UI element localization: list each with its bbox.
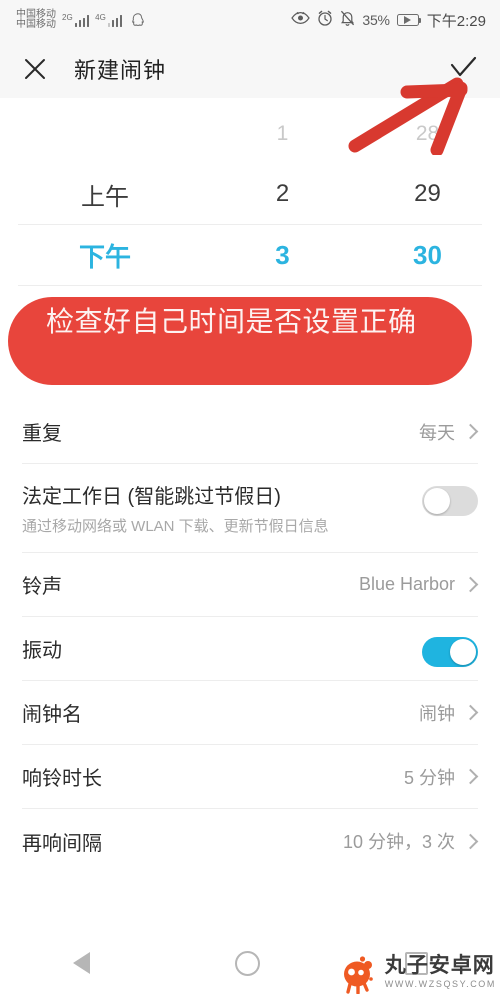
chevron-right-icon bbox=[462, 768, 479, 785]
ampm-cell-selected[interactable]: 下午 bbox=[0, 237, 210, 274]
chevron-right-icon bbox=[462, 423, 479, 440]
watermark-text: 丸子安卓网 WWW.WZSQSY.COM bbox=[385, 955, 496, 989]
close-icon[interactable] bbox=[22, 56, 48, 82]
toggle-knob bbox=[450, 638, 476, 665]
watermark-name: 丸子安卓网 bbox=[384, 954, 495, 977]
setting-sublabel: 通过移动网络或 WLAN 下载、更新节假日信息 bbox=[22, 518, 329, 535]
status-bar-right: 35% 下午2:29 bbox=[291, 10, 486, 31]
home-icon[interactable] bbox=[234, 950, 260, 976]
setting-row-alarm-name[interactable]: 闹钟名 闹钟 bbox=[22, 681, 479, 745]
toggle-knob bbox=[424, 488, 450, 514]
signal-group-2: 4G bbox=[95, 12, 123, 27]
setting-value: Blue Harbor bbox=[358, 574, 455, 594]
signal-group-1: 2G bbox=[62, 12, 90, 27]
signal-bars-2 bbox=[107, 14, 123, 27]
hour-cell[interactable]: 1 bbox=[210, 122, 355, 146]
network-type-2: 4G bbox=[95, 12, 106, 22]
toggle-vibrate[interactable] bbox=[422, 636, 478, 667]
setting-row-vibrate[interactable]: 振动 bbox=[22, 617, 478, 681]
ampm-cell[interactable]: 上午 bbox=[0, 177, 210, 212]
minute-cell[interactable]: 29 bbox=[355, 180, 500, 208]
page-title: 新建闹钟 bbox=[74, 58, 167, 83]
mascot-logo-icon bbox=[343, 956, 373, 994]
setting-value: 闹钟 bbox=[419, 703, 455, 724]
bell-muted-icon bbox=[340, 10, 355, 30]
time-picker-row[interactable]: 1 28 bbox=[0, 104, 500, 164]
setting-text-column: 法定工作日 (智能跳过节假日) 通过移动网络或 WLAN 下载、更新节假日信息 bbox=[22, 480, 422, 538]
toggle-workday[interactable] bbox=[422, 486, 478, 516]
setting-row-snooze[interactable]: 再响间隔 10 分钟，3 次 bbox=[22, 809, 479, 873]
signal-bars-1 bbox=[74, 14, 90, 27]
battery-charging-icon bbox=[396, 14, 422, 26]
back-icon[interactable] bbox=[72, 952, 90, 974]
setting-row-repeat[interactable]: 重复 每天 bbox=[22, 400, 479, 464]
network-type-1: 2G bbox=[62, 12, 73, 22]
chevron-right-icon bbox=[462, 576, 479, 593]
site-watermark: 丸子安卓网 WWW.WZSQSY.COM bbox=[338, 950, 496, 994]
status-bar-left: 中国移动 中国移动 2G 4G bbox=[16, 9, 145, 31]
chevron-right-icon bbox=[462, 833, 479, 849]
app-bar: 新建闹钟 bbox=[0, 40, 500, 98]
status-bar: 中国移动 中国移动 2G 4G 35% 下午2:29 bbox=[0, 0, 500, 40]
settings-list: 重复 每天 法定工作日 (智能跳过节假日) 通过移动网络或 WLAN 下载、更新… bbox=[0, 400, 500, 926]
eye-icon bbox=[291, 11, 311, 29]
phone-screen: 中国移动 中国移动 2G 4G 35% 下午2:29 新建闹钟 1 28 上午 … bbox=[0, 0, 500, 1000]
alarm-icon bbox=[317, 10, 333, 30]
time-picker-row-selected[interactable]: 下午 3 30 bbox=[0, 225, 500, 285]
hour-cell-selected[interactable]: 3 bbox=[210, 240, 355, 271]
watermark-url: WWW.WZSQSY.COM bbox=[384, 979, 496, 989]
qq-icon bbox=[131, 12, 145, 28]
minute-cell[interactable]: 28 bbox=[355, 122, 500, 146]
setting-row-ring-duration[interactable]: 响铃时长 5 分钟 bbox=[22, 745, 479, 809]
annotation-banner: 检查好自己时间是否设置正确 bbox=[8, 297, 472, 385]
hour-cell[interactable]: 2 bbox=[210, 180, 355, 208]
setting-label: 法定工作日 (智能跳过节假日) bbox=[22, 486, 281, 508]
setting-value: 10 分钟，3 次 bbox=[342, 832, 455, 852]
setting-row-workday[interactable]: 法定工作日 (智能跳过节假日) 通过移动网络或 WLAN 下载、更新节假日信息 bbox=[22, 464, 478, 553]
time-picker-row[interactable]: 上午 2 29 bbox=[0, 164, 500, 224]
chevron-right-icon bbox=[462, 704, 479, 721]
carrier-2: 中国移动 bbox=[16, 19, 56, 30]
setting-value: 5 分钟 bbox=[403, 767, 455, 788]
status-bar-clock: 下午2:29 bbox=[426, 12, 486, 30]
setting-label: 振动 bbox=[22, 640, 62, 662]
check-icon[interactable] bbox=[448, 54, 478, 84]
battery-percent: 35% bbox=[362, 12, 390, 28]
setting-label: 重复 bbox=[22, 423, 62, 445]
setting-value: 每天 bbox=[419, 422, 455, 443]
setting-label: 铃声 bbox=[22, 576, 62, 598]
setting-label: 闹钟名 bbox=[22, 704, 82, 726]
setting-label: 响铃时长 bbox=[22, 768, 102, 790]
setting-row-ringtone[interactable]: 铃声 Blue Harbor bbox=[22, 553, 479, 617]
setting-label: 再响间隔 bbox=[22, 832, 102, 855]
carrier-names: 中国移动 中国移动 bbox=[16, 9, 56, 31]
minute-cell-selected[interactable]: 30 bbox=[355, 240, 500, 271]
